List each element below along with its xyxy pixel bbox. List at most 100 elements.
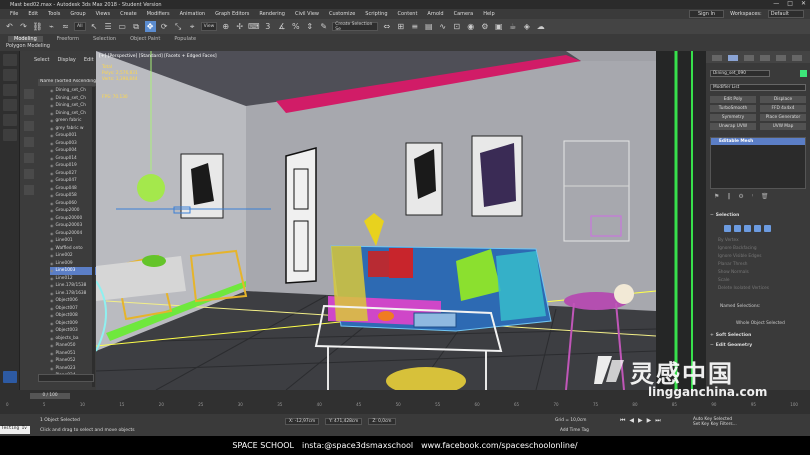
remove-modifier-icon[interactable]: ᵎ [752,193,753,200]
percent-snap-icon[interactable]: % [290,21,301,32]
perspective-viewport[interactable]: [+] [Perspective] [Standard] [Facets + E… [96,51,706,390]
make-unique-icon[interactable]: ⚙ [738,193,743,200]
render-production-icon[interactable]: ☕ [507,21,518,32]
pivot-center-icon[interactable]: ⊕ [220,21,231,32]
maxscript-icon[interactable] [3,371,17,383]
visibility-eye-icon[interactable]: ◉ [50,253,54,258]
visibility-eye-icon[interactable]: ◉ [50,171,54,176]
snaps-toggle-icon[interactable]: 3 [262,21,273,32]
visibility-eye-icon[interactable]: ◉ [50,111,54,116]
polygon-modeling-panel[interactable]: Polygon Modeling [0,43,810,51]
hierarchy-tab-icon[interactable] [744,55,754,61]
visibility-eye-icon[interactable]: ◉ [50,201,54,206]
menu-scripting[interactable]: Scripting [365,11,387,17]
menu-group[interactable]: Group [70,11,85,17]
set-key-button[interactable]: Set Key [693,422,709,427]
menu-tools[interactable]: Tools [48,11,60,17]
filter-lights-icon[interactable] [24,121,34,131]
workspace-select[interactable]: Default [767,10,804,18]
visibility-eye-icon[interactable]: ◉ [50,283,54,288]
visibility-eye-icon[interactable]: ◉ [50,336,54,341]
menu-camera[interactable]: Camera [454,11,474,17]
show-end-result-icon[interactable]: ‖ [727,193,730,200]
layer-dropdown[interactable] [38,374,94,382]
visibility-eye-icon[interactable]: ◉ [50,343,54,348]
visibility-eye-icon[interactable]: ◉ [50,88,54,93]
y-coordinate-field[interactable]: Y: 471,428cm [325,418,363,425]
tab-populate[interactable]: Populate [174,36,196,42]
toggle-ribbon-icon[interactable]: ▤ [423,21,434,32]
display-icon[interactable] [3,114,17,126]
visibility-eye-icon[interactable]: ◉ [50,366,54,371]
vertex-mode-icon[interactable] [724,225,731,232]
visibility-eye-icon[interactable]: ◉ [50,118,54,123]
ffd-button[interactable]: FFD 4x4x4 [760,105,806,112]
menu-content[interactable]: Content [398,11,418,17]
maximize-button[interactable]: □ [787,0,793,7]
material-editor-icon[interactable]: ◉ [465,21,476,32]
timeline-ruler[interactable]: 0 5 10 15 20 25 30 35 40 45 50 55 60 65 70 75 80 85 90 95 10… [6,402,806,412]
spinner-snap-icon[interactable]: ⇕ [304,21,315,32]
filter-shapes-icon[interactable] [24,105,34,115]
next-frame-icon[interactable]: ▶ [647,417,652,425]
window-crossing-icon[interactable]: ⧉ [131,21,142,32]
visibility-eye-icon[interactable]: ◉ [50,216,54,221]
column-header-name[interactable]: Name (Sorted Ascending) [38,79,96,86]
utilities-icon[interactable] [3,129,17,141]
menu-arnold[interactable]: Arnold [427,11,443,17]
menu-edit[interactable]: Edit [28,11,38,17]
select-by-name-icon[interactable]: ☰ [103,21,114,32]
menu-file[interactable]: File [10,11,18,17]
face-mode-icon[interactable] [744,225,751,232]
visibility-eye-icon[interactable]: ◉ [50,223,54,228]
rendered-frame-window-icon[interactable]: ▣ [493,21,504,32]
render-iterative-icon[interactable]: ◈ [521,21,532,32]
visibility-eye-icon[interactable]: ◉ [50,313,54,318]
displace-button[interactable]: Displace [760,96,806,103]
sign-in-button[interactable]: Sign In [688,10,725,18]
motion-tab-icon[interactable] [760,55,770,61]
play-icon[interactable]: ▶ [638,417,643,425]
undo-icon[interactable]: ↶ [4,21,15,32]
mirror-icon[interactable]: ⇔ [381,21,392,32]
selection-rollout-header[interactable]: − Selection [710,213,806,221]
visibility-eye-icon[interactable]: ◉ [50,178,54,183]
menu-help[interactable]: Help [483,11,494,17]
scale-icon[interactable]: ⤡ [173,21,184,32]
reference-coordinate-select[interactable]: View [200,22,218,31]
schematic-view-icon[interactable]: ⊡ [451,21,462,32]
unwrap-uvw-button[interactable]: Unwrap UVW [710,123,756,130]
tab-modeling[interactable]: Modeling [8,35,43,42]
modifier-list-select[interactable]: Modifier List [710,84,806,91]
add-time-tag[interactable]: Add Time Tag [560,428,589,433]
option-scale[interactable]: Scale [718,277,769,285]
menu-graph-editors[interactable]: Graph Editors [215,11,249,17]
maxscript-listener[interactable]: Testing Iv [0,426,30,434]
z-coordinate-field[interactable]: Z: 0,0cm [368,418,396,425]
visibility-eye-icon[interactable]: ◉ [50,231,54,236]
filter-spacewarps-icon[interactable] [24,169,34,179]
edit-poly-button[interactable]: Edit Poly [710,96,756,103]
visibility-eye-icon[interactable]: ◉ [50,291,54,296]
link-icon[interactable]: ⛓ [32,21,43,32]
visibility-eye-icon[interactable]: ◉ [50,268,54,273]
rotate-icon[interactable]: ⟳ [159,21,170,32]
visibility-eye-icon[interactable]: ◉ [50,193,54,198]
visibility-eye-icon[interactable]: ◉ [50,163,54,168]
filter-groups-icon[interactable] [24,185,34,195]
tab-select[interactable]: Select [34,57,49,65]
close-button[interactable]: ✕ [801,0,806,7]
unlink-icon[interactable]: ⌁ [46,21,57,32]
region-select-icon[interactable]: ▭ [117,21,128,32]
go-to-start-icon[interactable]: ⏮ [620,417,625,425]
previous-frame-icon[interactable]: ◀ [629,417,634,425]
menu-modifiers[interactable]: Modifiers [147,11,170,17]
layer-explorer-icon[interactable]: ≡ [409,21,420,32]
visibility-eye-icon[interactable]: ◉ [50,133,54,138]
menu-animation[interactable]: Animation [180,11,206,17]
visibility-eye-icon[interactable]: ◉ [50,351,54,356]
visibility-eye-icon[interactable]: ◉ [50,103,54,108]
redo-icon[interactable]: ↷ [18,21,29,32]
visibility-eye-icon[interactable]: ◉ [50,96,54,101]
utilities-tab-icon[interactable] [792,55,802,61]
